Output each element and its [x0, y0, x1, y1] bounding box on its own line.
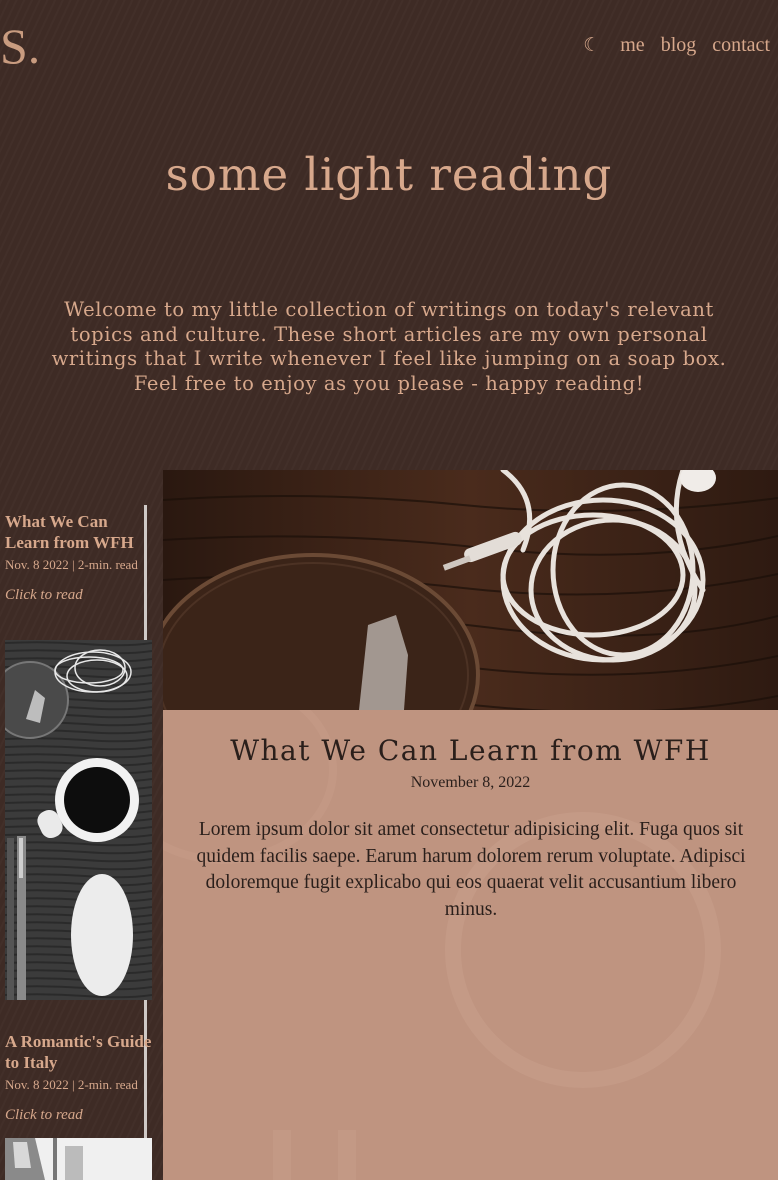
click-to-read-link[interactable]: Click to read [5, 587, 152, 604]
featured-article-image[interactable] [163, 470, 778, 710]
article-excerpt: Lorem ipsum dolor sit amet consectetur a… [196, 819, 746, 920]
nav-link-contact[interactable]: contact [712, 34, 770, 57]
sidebar-post-meta: Nov. 8 2022 | 2-min. read [5, 557, 138, 572]
post-sidebar[interactable]: What We Can Learn from WFH Nov. 8 2022 |… [0, 505, 152, 1180]
post-thumbnail-desk[interactable] [5, 640, 152, 1000]
click-to-read-link[interactable]: Click to read [5, 1107, 152, 1124]
article-date: November 8, 2022 [410, 774, 531, 791]
post-thumbnail-italy[interactable] [5, 1138, 152, 1180]
featured-article[interactable]: What We Can Learn from WFH November 8, 2… [163, 470, 778, 1180]
intro-text: Welcome to my little collection of writi… [51, 298, 727, 395]
article-title[interactable]: What We Can Learn from WFH [163, 734, 778, 767]
sidebar-post-meta: Nov. 8 2022 | 2-min. read [5, 1077, 138, 1092]
sidebar-post-title[interactable]: A Romantic's Guide to Italy [5, 1032, 152, 1073]
nav-link-me[interactable]: me [620, 34, 644, 57]
featured-article-card: What We Can Learn from WFH November 8, 2… [163, 710, 778, 1180]
site-logo[interactable]: S. [0, 18, 40, 74]
sidebar-post[interactable]: What We Can Learn from WFH Nov. 8 2022 |… [5, 512, 152, 604]
main-nav: ☾ me blog contact [583, 34, 770, 57]
page-title: some light reading [165, 148, 613, 201]
nav-link-blog[interactable]: blog [661, 34, 697, 57]
sidebar-post-title[interactable]: What We Can Learn from WFH [5, 512, 152, 553]
sidebar-post[interactable]: A Romantic's Guide to Italy Nov. 8 2022 … [5, 1032, 152, 1124]
moon-icon[interactable]: ☾ [583, 34, 600, 57]
